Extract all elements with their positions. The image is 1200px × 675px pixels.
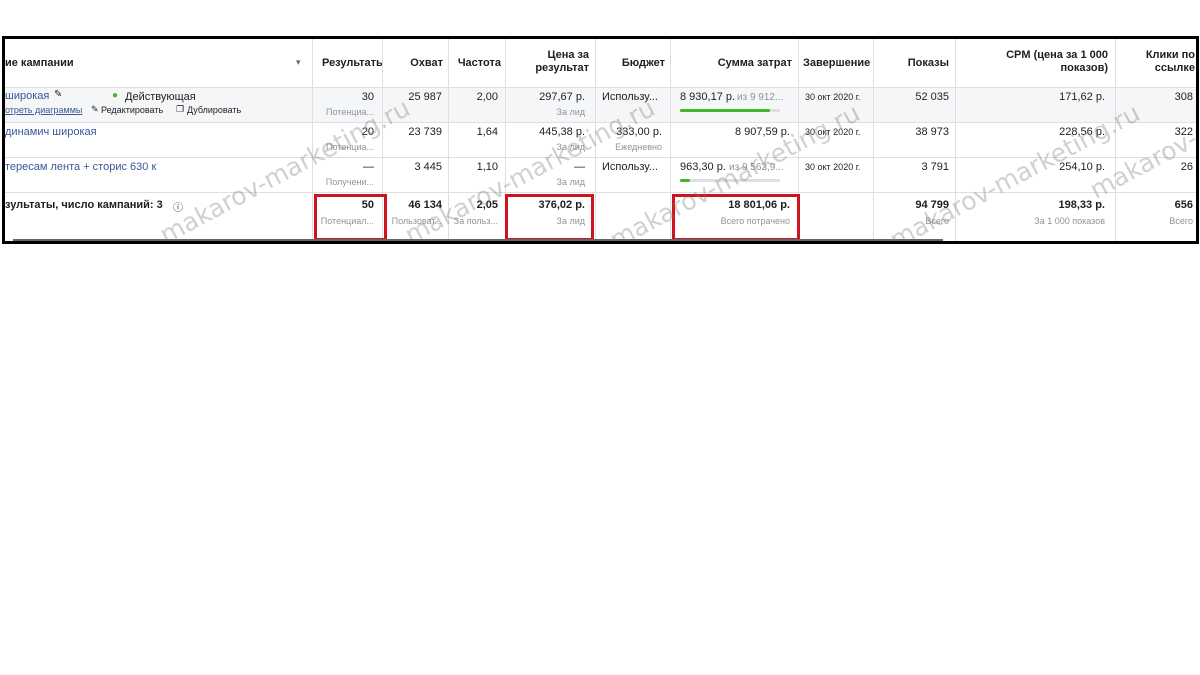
header-reach[interactable]: Охват [382, 57, 443, 69]
horizontal-scrollbar[interactable] [13, 239, 943, 241]
header-cpm[interactable]: CPM (цена за 1 000 показов) [963, 49, 1108, 75]
results-value: 30 [361, 91, 374, 103]
end-date: 30 окт 2020 г. [805, 162, 861, 172]
reach-value: 3 445 [414, 161, 442, 173]
header-end[interactable]: Завершение [803, 57, 873, 69]
spent-of: из 9 912... [737, 92, 784, 103]
end-date: 30 окт 2020 г. [805, 92, 861, 102]
totals-clicks-sub: Всего [1169, 216, 1193, 226]
impressions-value: 3 791 [921, 161, 949, 173]
campaign-table: ие кампании ▾ Результаты Охват Частота Ц… [2, 36, 1198, 244]
frequency-value: 2,00 [476, 91, 498, 103]
results-sub: Получени... [325, 177, 374, 187]
totals-clicks: 656 [1174, 199, 1193, 211]
cost-value: 297,67 р. [539, 91, 585, 103]
sort-icon[interactable]: ▾ [296, 57, 306, 68]
header-cost-per-result[interactable]: Цена за результат [513, 49, 589, 75]
spent-value: 8 907,59 р. [734, 126, 790, 138]
cpm-value: 171,62 р. [1059, 91, 1105, 103]
highlight-results [314, 194, 387, 241]
spend-progress-fill [680, 179, 690, 182]
header-link-clicks[interactable]: Клики по ссылке [1123, 49, 1195, 75]
header-impressions[interactable]: Показы [873, 57, 949, 69]
impressions-value: 52 035 [915, 91, 949, 103]
frame-edge [1196, 36, 1199, 244]
duplicate-icon: ❐ [176, 104, 185, 114]
view-charts-link[interactable]: отреть диаграммы [5, 105, 87, 115]
pencil-icon: ✎ [91, 104, 99, 114]
totals-cpm-sub: За 1 000 показов [1034, 216, 1105, 226]
cost-sub: За лид [556, 107, 585, 117]
header-campaign-name[interactable]: ие кампании [5, 57, 305, 69]
frequency-value: 1,10 [476, 161, 498, 173]
frequency-value: 1,64 [476, 126, 498, 138]
status-dot-icon: ● [112, 90, 119, 101]
highlight-cost [505, 194, 594, 241]
campaign-name-link[interactable]: динамич широкая [5, 126, 205, 138]
edit-link[interactable]: Редактировать [101, 105, 173, 115]
status-label: Действующая [125, 91, 196, 103]
impressions-value: 38 973 [915, 126, 949, 138]
header-frequency[interactable]: Частота [448, 57, 501, 69]
header-spent[interactable]: Сумма затрат [670, 57, 792, 69]
spent-value: 8 930,17 р. [680, 91, 736, 103]
budget-value: Использу... [602, 161, 658, 173]
duplicate-link[interactable]: Дублировать [187, 105, 257, 115]
header-results[interactable]: Результаты [322, 57, 382, 69]
campaign-name-link[interactable]: тересам лента + сторис 630 к [5, 161, 245, 173]
header-budget[interactable]: Бюджет [595, 57, 665, 69]
spend-progress-fill [680, 109, 770, 112]
edit-pencil-icon[interactable]: ✎ [54, 89, 66, 100]
